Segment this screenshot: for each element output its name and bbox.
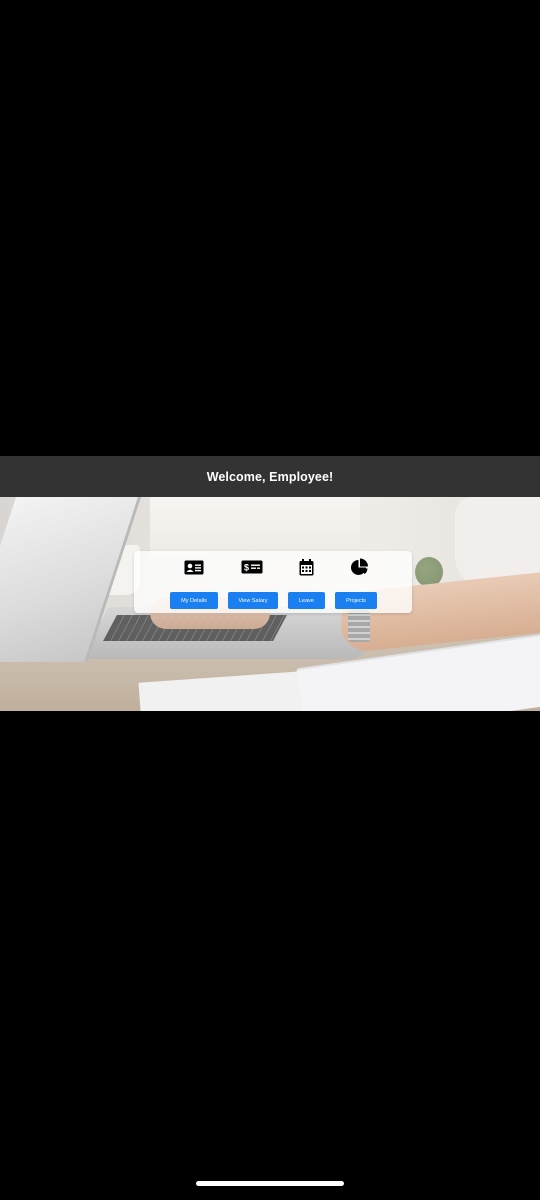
quick-actions-panel: $ My Details View Salary Leave Projects bbox=[134, 551, 412, 613]
quick-actions-icons: $ bbox=[134, 557, 412, 577]
leave-button[interactable]: Leave bbox=[288, 592, 325, 609]
calendar-icon[interactable] bbox=[296, 557, 316, 577]
home-indicator[interactable] bbox=[196, 1181, 344, 1186]
id-card-icon[interactable] bbox=[184, 557, 204, 577]
wrist-watch bbox=[348, 610, 370, 642]
pie-chart-icon[interactable] bbox=[349, 557, 369, 577]
page-title: Welcome, Employee! bbox=[206, 469, 334, 484]
svg-text:$: $ bbox=[244, 563, 249, 573]
view-salary-button[interactable]: View Salary bbox=[228, 592, 278, 609]
quick-actions-buttons: My Details View Salary Leave Projects bbox=[134, 592, 412, 609]
hero-banner: $ My Details View Salary Leave Projects bbox=[0, 497, 540, 711]
money-check-icon[interactable]: $ bbox=[240, 557, 264, 577]
projects-button[interactable]: Projects bbox=[335, 592, 377, 609]
page-header: Welcome, Employee! bbox=[0, 456, 540, 497]
my-details-button[interactable]: My Details bbox=[170, 592, 218, 609]
background-window bbox=[150, 497, 360, 557]
app-screen: Welcome, Employee! $ My Details View Sal… bbox=[0, 0, 540, 1200]
